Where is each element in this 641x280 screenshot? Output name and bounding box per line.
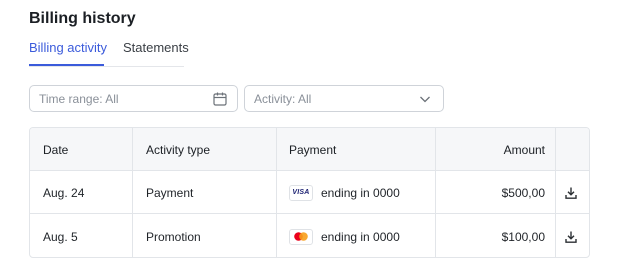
column-divider xyxy=(435,128,436,257)
column-header-date: Date xyxy=(43,142,69,157)
payment-cell: ending in 0000 xyxy=(289,215,400,257)
tab-statements[interactable]: Statements xyxy=(123,40,189,56)
mastercard-icon xyxy=(289,228,313,245)
column-header-activity-type: Activity type xyxy=(146,142,211,157)
activity-type-cell: Promotion xyxy=(146,229,201,244)
visa-icon: VISA xyxy=(289,184,313,201)
time-range-filter[interactable]: Time range: All xyxy=(29,85,238,112)
payment-cell: VISA ending in 0000 xyxy=(289,171,400,214)
download-button[interactable] xyxy=(557,215,585,257)
download-button[interactable] xyxy=(557,171,585,214)
payment-description: ending in 0000 xyxy=(321,229,400,244)
download-icon xyxy=(565,187,577,199)
tab-billing-activity[interactable]: Billing activity xyxy=(29,40,107,56)
tab-bar: Billing activity Statements xyxy=(29,40,189,67)
activity-filter-label: Activity: All xyxy=(254,92,312,106)
amount-cell: $100,00 xyxy=(501,229,545,244)
time-range-filter-label: Time range: All xyxy=(39,92,119,106)
date-cell: Aug. 5 xyxy=(43,229,78,244)
calendar-icon xyxy=(213,92,227,106)
table-header: Date Activity type Payment Amount xyxy=(30,128,589,171)
active-tab-indicator xyxy=(29,64,104,66)
column-header-payment: Payment xyxy=(289,142,337,157)
date-cell: Aug. 24 xyxy=(43,185,85,200)
activity-type-cell: Payment xyxy=(146,185,194,200)
page-title: Billing history xyxy=(29,10,136,27)
download-icon xyxy=(565,231,577,243)
billing-activity-table: Date Activity type Payment Amount Aug. 2… xyxy=(29,127,590,258)
table-row: Aug. 24 Payment VISA ending in 0000 $500… xyxy=(30,171,589,214)
column-divider xyxy=(132,128,133,257)
activity-filter[interactable]: Activity: All xyxy=(244,85,444,112)
payment-description: ending in 0000 xyxy=(321,185,400,200)
chevron-down-icon xyxy=(420,96,430,103)
column-divider xyxy=(555,128,556,257)
column-divider xyxy=(276,128,277,257)
table-row: Aug. 5 Promotion ending in 0000 $100,00 xyxy=(30,215,589,257)
column-header-amount: Amount xyxy=(503,142,545,157)
amount-cell: $500,00 xyxy=(501,185,545,200)
